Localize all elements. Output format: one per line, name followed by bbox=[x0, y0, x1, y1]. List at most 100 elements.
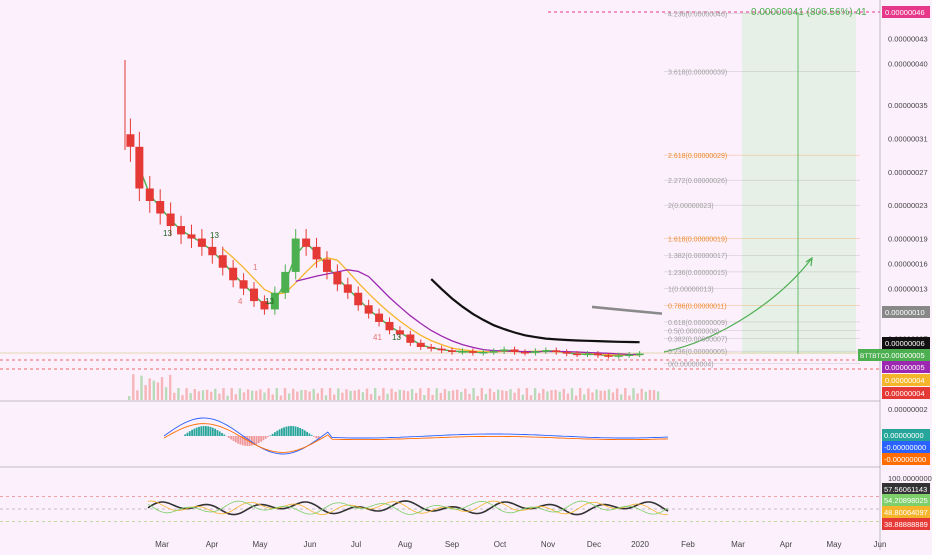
volume-bar bbox=[489, 389, 491, 400]
fib-label: 4.236(0.00000046) bbox=[668, 11, 727, 18]
volume-bar bbox=[378, 396, 380, 400]
x-tick-label: Jun bbox=[874, 540, 887, 549]
macd-histogram-bar bbox=[288, 426, 290, 436]
volume-bar bbox=[431, 395, 433, 400]
macd-histogram-bar bbox=[292, 426, 294, 436]
candle-body bbox=[177, 226, 185, 234]
volume-bar bbox=[436, 388, 438, 400]
signal-marker: 41 bbox=[373, 333, 382, 342]
volume-bar bbox=[616, 388, 618, 400]
candle-body bbox=[354, 293, 362, 306]
volume-bar bbox=[132, 374, 134, 400]
candle-body bbox=[500, 349, 508, 351]
candle-body bbox=[240, 280, 248, 288]
fib-label: 2(0.00000023) bbox=[668, 203, 714, 210]
volume-bar bbox=[362, 392, 364, 400]
volume-bar bbox=[481, 388, 483, 400]
volume-bar bbox=[157, 382, 159, 400]
candle-body bbox=[406, 334, 414, 342]
macd-histogram-bar bbox=[200, 426, 202, 436]
fib-label: 2.272(0.00000026) bbox=[668, 178, 727, 185]
price-badge-text: 0.00000010 bbox=[885, 308, 925, 317]
macd-histogram-bar bbox=[256, 436, 258, 444]
candle-body bbox=[625, 354, 633, 356]
macd-histogram-bar bbox=[290, 426, 292, 436]
volume-bar bbox=[600, 391, 602, 400]
volume-bar bbox=[649, 390, 651, 400]
fib-label: 1.618(0.00000019) bbox=[668, 237, 727, 244]
volume-bar bbox=[509, 389, 511, 400]
candle-body bbox=[250, 289, 258, 302]
volume-bar bbox=[292, 389, 294, 400]
volume-bar bbox=[653, 390, 655, 400]
macd-histogram-bar bbox=[306, 432, 308, 436]
signal-marker: 4 bbox=[238, 297, 243, 306]
fib-label: 0.382(0.00000007) bbox=[668, 337, 727, 344]
candle-body bbox=[511, 349, 519, 352]
volume-bar bbox=[513, 393, 515, 400]
candle-body bbox=[490, 351, 498, 353]
candle-body bbox=[438, 349, 446, 351]
fib-label: 0(0.00000004) bbox=[668, 362, 714, 369]
volume-bar bbox=[632, 388, 634, 400]
macd-badge-text: -0.00000000 bbox=[884, 455, 926, 464]
target-label: 0.00000041 (806.56%) 41 bbox=[751, 7, 867, 18]
x-tick-label: Mar bbox=[731, 540, 745, 549]
macd-badge-text: -0.00000000 bbox=[884, 443, 926, 452]
candle-body bbox=[584, 354, 592, 356]
volume-bar bbox=[354, 391, 356, 400]
symbol-badge-text: BTTBTC bbox=[860, 353, 886, 360]
candle-body bbox=[208, 247, 216, 255]
candle-body bbox=[573, 354, 581, 356]
macd-histogram-bar bbox=[274, 432, 276, 436]
rsi-badge-text: 57.56061143 bbox=[884, 485, 927, 494]
volume-bar bbox=[472, 388, 474, 400]
x-tick-label: Aug bbox=[398, 540, 412, 549]
volume-bar bbox=[370, 394, 372, 400]
macd-histogram-bar bbox=[189, 431, 191, 436]
price-badge-text: 0.00000006 bbox=[885, 339, 925, 348]
volume-bar bbox=[567, 394, 569, 400]
volume-bar bbox=[185, 388, 187, 400]
volume-bar bbox=[550, 390, 552, 400]
rsi-badge-text: 54.20898025 bbox=[884, 496, 928, 505]
price-badge-text: 0.00000004 bbox=[885, 389, 925, 398]
fib-label: 0.236(0.00000005) bbox=[668, 349, 727, 356]
macd-histogram-bar bbox=[260, 436, 262, 442]
x-tick-label: Dec bbox=[587, 540, 601, 549]
volume-bar bbox=[337, 388, 339, 400]
volume-bar bbox=[243, 392, 245, 400]
candle-body bbox=[229, 268, 237, 281]
macd-tick-label: 0.00000002 bbox=[888, 405, 928, 414]
macd-histogram-bar bbox=[302, 429, 304, 436]
volume-bar bbox=[583, 394, 585, 400]
candle-body bbox=[427, 347, 435, 349]
volume-bar bbox=[595, 389, 597, 400]
volume-bar bbox=[153, 381, 155, 400]
x-tick-label: Jun bbox=[304, 540, 317, 549]
price-tick-label: 0.00000031 bbox=[888, 134, 928, 143]
candle-body bbox=[458, 351, 466, 353]
volume-bar bbox=[386, 394, 388, 400]
volume-bar bbox=[624, 388, 626, 400]
macd-histogram-bar bbox=[251, 436, 253, 446]
candle-body bbox=[219, 255, 227, 268]
macd-histogram-bar bbox=[265, 436, 267, 439]
volume-bar bbox=[374, 388, 376, 400]
volume-bar bbox=[559, 392, 561, 400]
volume-bar bbox=[530, 395, 532, 400]
volume-bar bbox=[235, 394, 237, 400]
price-tick-label: 0.00000027 bbox=[888, 168, 928, 177]
candle-body bbox=[167, 214, 175, 227]
candle-body bbox=[187, 234, 195, 238]
macd-histogram-bar bbox=[258, 436, 260, 443]
volume-bar bbox=[194, 389, 196, 400]
price-badge-text: 0.00000004 bbox=[885, 376, 925, 385]
volume-bar bbox=[456, 390, 458, 400]
volume-bar bbox=[247, 389, 249, 400]
volume-bar bbox=[276, 388, 278, 400]
macd-histogram-bar bbox=[295, 426, 297, 436]
trading-chart[interactable]: 4.236(0.00000046)3.618(0.00000039)2.618(… bbox=[0, 0, 932, 550]
volume-bar bbox=[300, 390, 302, 400]
volume-bar bbox=[231, 388, 233, 400]
